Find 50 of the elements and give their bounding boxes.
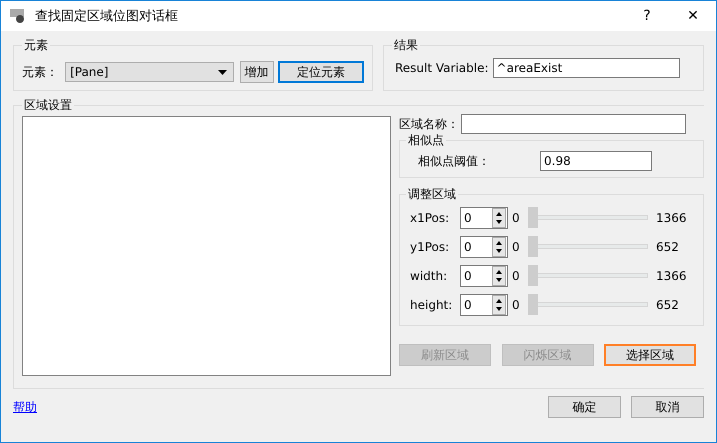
element-label: 元素： [22,64,59,80]
help-link[interactable]: 帮助 [13,398,37,416]
min-value: 0 [512,268,521,282]
spin-field[interactable]: 0 [460,294,508,316]
spin-field[interactable]: 0 [460,206,508,228]
slider-thumb[interactable] [528,207,538,228]
spin-arrows-icon[interactable] [492,294,506,314]
slider[interactable] [528,207,648,228]
threshold-field[interactable]: 0.98 [540,151,652,171]
max-value: 652 [656,240,679,254]
result-variable-label: Result Variable: [395,61,489,75]
dropdown-arrow-icon [218,70,227,74]
result-variable-field[interactable]: ^areaExist [492,58,680,78]
area-name-field[interactable] [461,114,686,134]
max-value: 1366 [656,268,687,282]
coordinate-label: width: [409,268,448,282]
spin-field[interactable]: 0 [460,236,508,258]
slider-thumb[interactable] [528,294,538,315]
locate-button[interactable]: 定位元素 [278,61,364,83]
slider-thumb[interactable] [528,236,538,257]
spin-arrows-icon[interactable] [492,208,506,228]
coordinate-label: x1Pos: [409,210,450,224]
slider[interactable] [528,265,648,286]
coordinate-label: y1Pos: [409,240,450,254]
spin-field[interactable]: 0 [460,264,508,286]
slider[interactable] [528,236,648,257]
add-button[interactable]: 增加 [240,61,274,83]
max-value: 652 [656,298,679,312]
group-title: 区域设置 [23,97,73,114]
coordinate-label: height: [409,298,454,312]
area-list[interactable] [22,116,391,376]
ok-button[interactable]: 确定 [548,396,621,418]
area-button[interactable]: 选择区域 [604,344,696,366]
group-title: 相似点 [407,132,445,149]
max-value: 1366 [656,210,687,224]
min-value: 0 [512,298,521,312]
slider-thumb[interactable] [528,265,538,286]
area-name-label: 区域名称： [399,116,459,132]
threshold-label: 相似点阈值： [417,152,491,170]
slider[interactable] [528,294,648,315]
group-title: 结果 [393,37,419,54]
spin-arrows-icon[interactable] [492,236,506,256]
cancel-button[interactable]: 取消 [631,396,704,418]
min-value: 0 [512,210,521,224]
group-title: 元素 [23,37,49,54]
min-value: 0 [512,240,521,254]
window-title: 查找固定区域位图对话框 [35,8,178,25]
spin-arrows-icon[interactable] [492,266,506,286]
group-title: 调整区域 [407,186,457,203]
element-dropdown[interactable]: [Pane] [65,62,234,82]
